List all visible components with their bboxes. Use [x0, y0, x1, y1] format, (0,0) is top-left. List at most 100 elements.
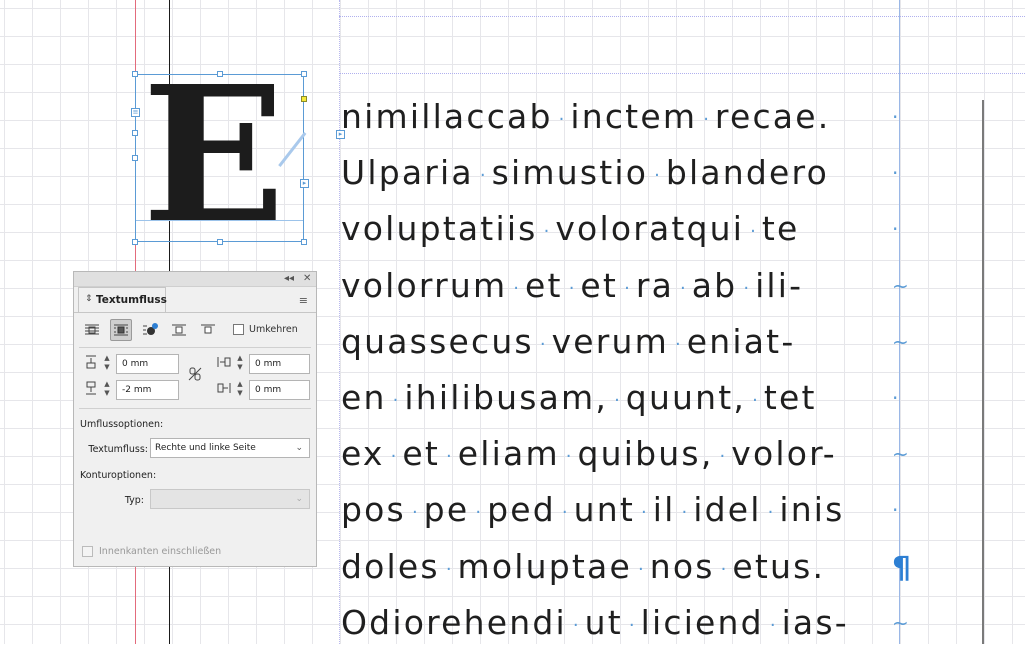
- text-line[interactable]: en · ihilibusam, · quunt, · tet ·: [341, 377, 911, 433]
- frame-handle-bottom-right[interactable]: [301, 239, 307, 245]
- out-port-icon[interactable]: ▸: [300, 179, 309, 188]
- text-word: recae.: [714, 97, 831, 136]
- space-marker: ·: [769, 614, 776, 636]
- space-marker: ·: [479, 165, 486, 187]
- space-marker: ·: [637, 558, 644, 580]
- tab-divider: [74, 312, 316, 313]
- panel-menu-icon[interactable]: ≡: [299, 294, 308, 307]
- text-word: volorrum: [341, 265, 508, 305]
- text-line[interactable]: volorrum · et · et · ra · ab · ili- ~: [341, 265, 911, 321]
- offset-bottom-field[interactable]: -2 mm: [116, 380, 179, 400]
- frame-handle-middle-left[interactable]: [132, 130, 138, 136]
- text-line[interactable]: quassecus · verum · eniat- ~: [341, 321, 911, 377]
- body-text-frame[interactable]: nimillaccab · inctem · recae. · Ulparia · simust…: [341, 96, 911, 658]
- invert-label: Umkehren: [249, 324, 298, 335]
- link-offsets-icon[interactable]: [188, 367, 202, 381]
- wrap-to-select[interactable]: Rechte und linke Seite ⌄: [150, 438, 310, 458]
- text-line[interactable]: Ulparia · simustio · blandero ·: [341, 152, 911, 208]
- line-end-marker: ·: [892, 105, 901, 129]
- offset-top-field[interactable]: 0 mm: [116, 354, 179, 374]
- offset-right-stepper[interactable]: ▲ ▼: [235, 380, 245, 400]
- text-word: eniat-: [686, 321, 796, 361]
- line-end-marker: ~: [892, 273, 911, 298]
- text-line[interactable]: doles · moluptae · nos · etus. ¶: [341, 546, 911, 602]
- contour-type-select[interactable]: ⌄: [150, 489, 310, 509]
- text-word: voloratqui: [555, 209, 745, 249]
- space-marker: ·: [680, 277, 686, 299]
- wrap-jump-object-icon: [172, 324, 186, 336]
- wrap-none-icon: [85, 324, 99, 335]
- wrap-bounding-box-button[interactable]: [110, 319, 132, 341]
- text-word: eliam: [457, 434, 560, 474]
- wrap-jump-object-button[interactable]: [168, 319, 190, 341]
- collapse-panel-icon[interactable]: ◂◂: [284, 273, 294, 285]
- invert-checkbox[interactable]: [233, 324, 244, 335]
- frame-handle-left-lower[interactable]: [132, 155, 138, 161]
- space-marker: ·: [561, 502, 568, 524]
- text-line[interactable]: ex · et · eliam · quibus, · volor- ~: [341, 433, 911, 489]
- text-line[interactable]: Odiorehendi · ut · liciend · ias- ~: [341, 602, 911, 658]
- text-word: nos: [649, 546, 715, 586]
- offset-left-field[interactable]: 0 mm: [249, 354, 310, 374]
- text-word: doles: [341, 546, 440, 586]
- space-marker: ·: [390, 446, 397, 468]
- text-word: ra: [635, 265, 675, 305]
- margin-guide-top: [339, 73, 1025, 74]
- space-marker: ·: [446, 446, 452, 468]
- text-word: nimillaccab: [341, 97, 553, 136]
- text-word: ut: [584, 602, 623, 642]
- panel-title-bar[interactable]: ◂◂ ✕: [74, 272, 316, 287]
- panel-separator: [79, 408, 311, 409]
- frame-handle-bottom-left[interactable]: [132, 239, 138, 245]
- offset-top-icon: [86, 355, 96, 369]
- close-panel-icon[interactable]: ✕: [303, 273, 311, 285]
- include-inside-edges-checkbox[interactable]: [82, 546, 93, 557]
- space-marker: ·: [654, 165, 660, 187]
- frame-handle-top-right[interactable]: [301, 71, 307, 77]
- offset-bottom-stepper[interactable]: ▲ ▼: [102, 380, 112, 400]
- text-line[interactable]: nimillaccab · inctem · recae. ·: [341, 96, 911, 152]
- wrap-to-label: Textumfluss:: [88, 444, 148, 455]
- text-word: tet: [763, 377, 817, 417]
- text-word: pos: [341, 490, 406, 530]
- text-word: inctem: [570, 97, 698, 136]
- text-word: blandero: [665, 153, 829, 193]
- offset-bottom-icon: [86, 381, 96, 395]
- chevron-down-icon: ⌄: [295, 494, 303, 504]
- text-line[interactable]: pos · pe · ped · unt · il · idel · inis ·: [341, 489, 911, 545]
- wrap-next-column-button[interactable]: [197, 319, 219, 341]
- space-marker: ·: [445, 558, 452, 580]
- in-port-icon[interactable]: ≡: [131, 108, 140, 117]
- space-marker: ·: [475, 502, 482, 524]
- wrap-object-shape-button[interactable]: [139, 319, 161, 341]
- text-word: inis: [779, 490, 845, 530]
- offset-right-field[interactable]: 0 mm: [249, 380, 310, 400]
- text-line[interactable]: voluptatiis · voloratqui · te ·: [341, 208, 911, 264]
- text-word: ili-: [755, 265, 804, 305]
- frame-wrap-offset-line: [136, 220, 303, 221]
- text-word: ias-: [781, 602, 849, 642]
- text-word: te: [761, 209, 800, 249]
- text-word: quibus,: [577, 434, 714, 474]
- space-marker: ·: [543, 221, 550, 243]
- frame-handle-bottom-center[interactable]: [217, 239, 223, 245]
- frame-handle-top-left[interactable]: [132, 71, 138, 77]
- frame-handle-top-center[interactable]: [217, 71, 223, 77]
- wrap-options-heading: Umflussoptionen:: [80, 419, 164, 430]
- offset-left-stepper[interactable]: ▲ ▼: [235, 354, 245, 374]
- wrap-none-button[interactable]: [81, 319, 103, 341]
- space-marker: ·: [614, 389, 620, 411]
- corner-options-handle[interactable]: [301, 96, 307, 102]
- text-word: liciend: [640, 602, 764, 642]
- text-word: voluptatiis: [341, 209, 538, 249]
- tab-textumfluss[interactable]: ⇕ Textumfluss: [78, 287, 167, 313]
- text-word: ex: [341, 434, 385, 474]
- space-marker: ·: [640, 502, 647, 524]
- wrap-next-column-icon: [201, 324, 215, 334]
- dropcap-text-frame[interactable]: E ≡ ▸: [131, 62, 309, 250]
- text-word: et: [580, 265, 619, 305]
- space-marker: ·: [703, 109, 709, 130]
- page-edge-shadow: [982, 100, 984, 644]
- offset-top-stepper[interactable]: ▲ ▼: [102, 354, 112, 374]
- text-word: et: [525, 265, 563, 305]
